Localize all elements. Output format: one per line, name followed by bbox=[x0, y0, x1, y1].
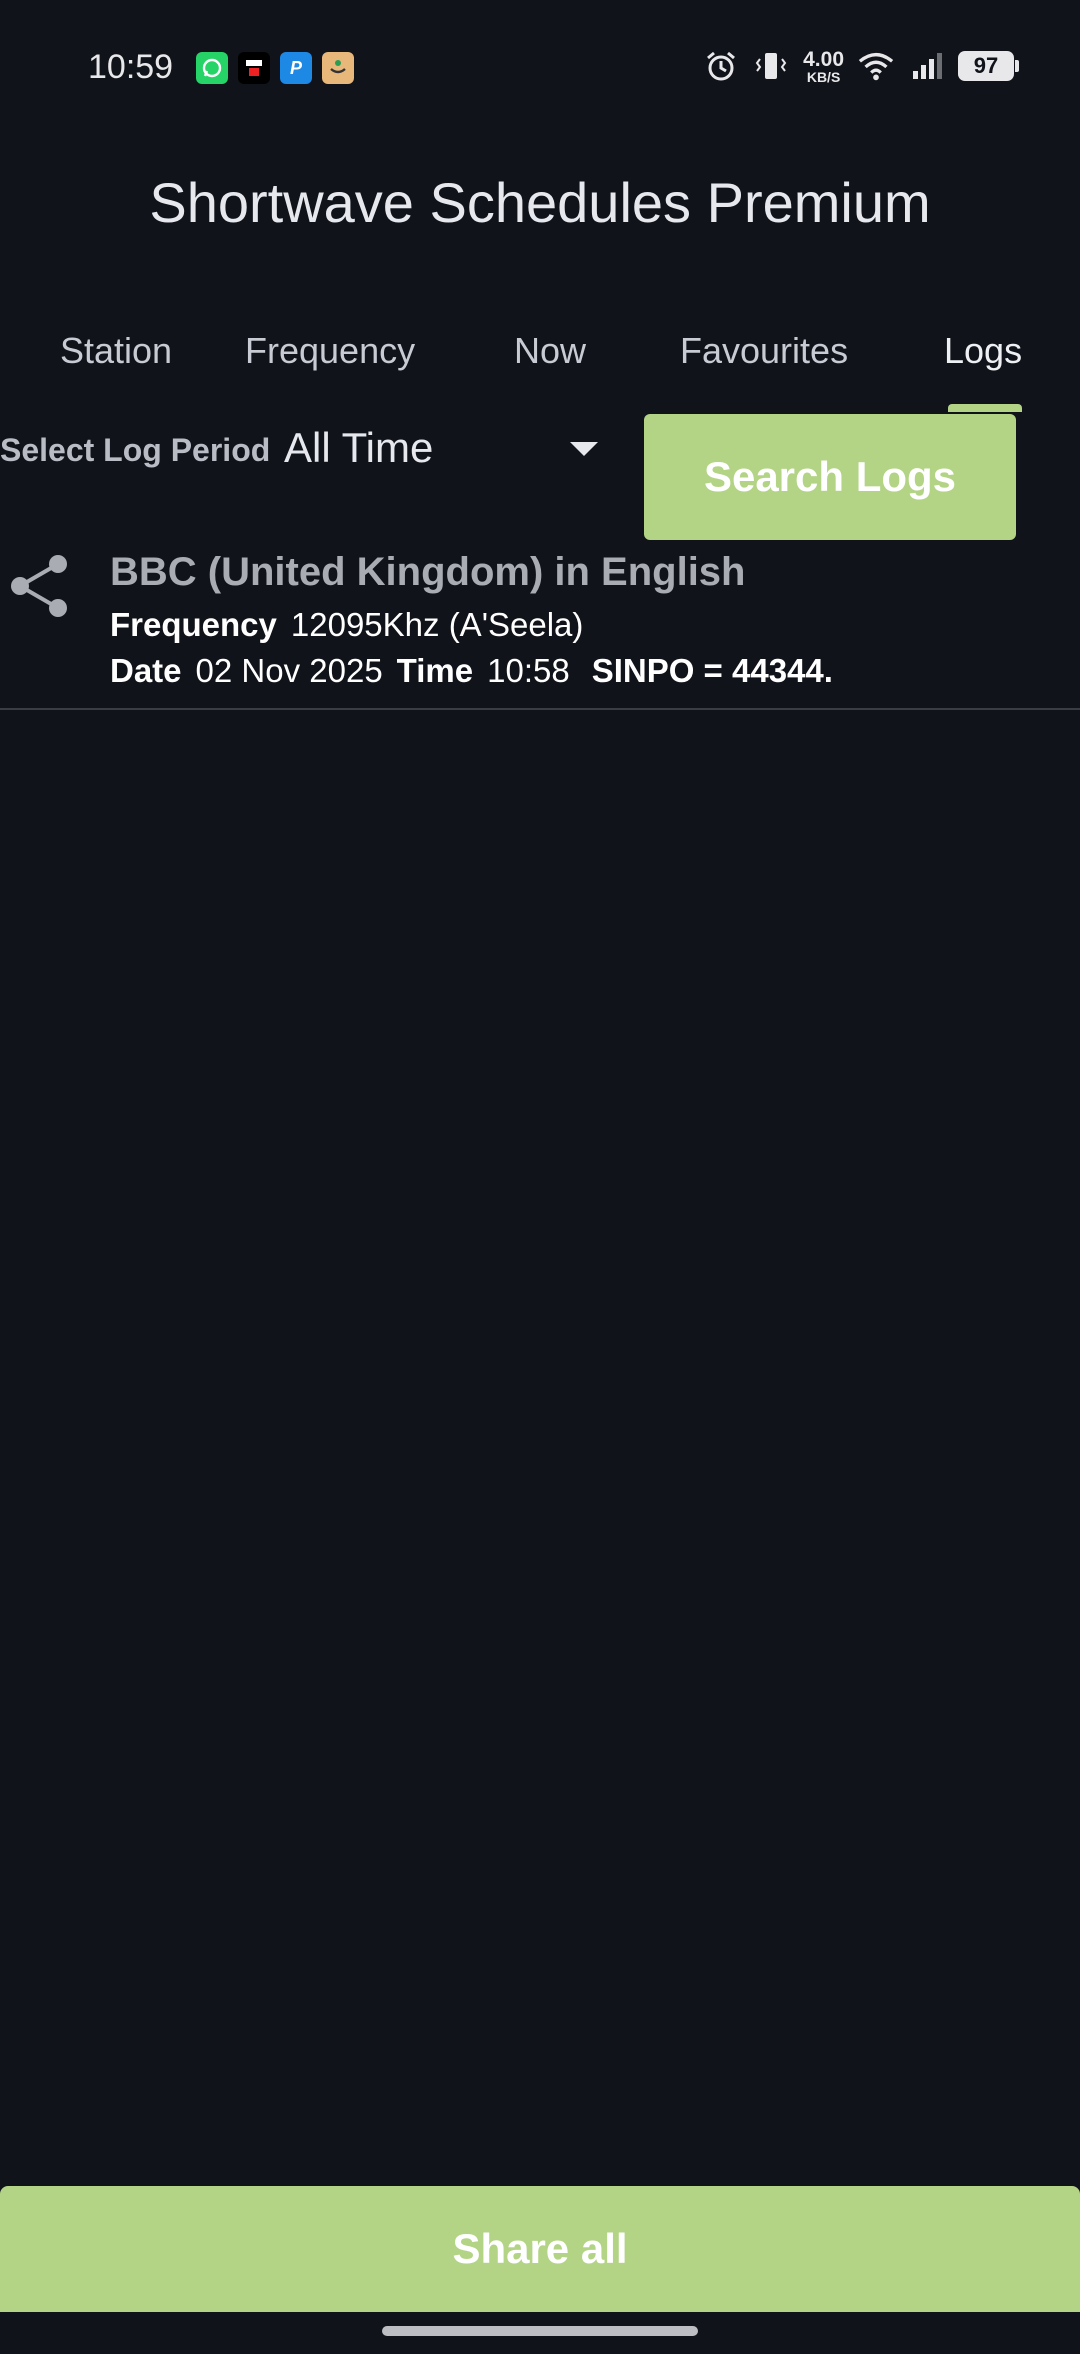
log-period-dropdown[interactable]: All Time bbox=[284, 418, 604, 478]
wifi-icon bbox=[858, 48, 894, 84]
vibrate-icon bbox=[753, 48, 789, 84]
paytm-icon: P bbox=[280, 52, 312, 84]
battery-icon: 97 bbox=[958, 51, 1019, 81]
sinpo-value: SINPO = 44344. bbox=[591, 652, 833, 689]
date-value: 02 Nov 2025 bbox=[195, 652, 383, 689]
log-period-value: All Time bbox=[284, 424, 434, 471]
log-frequency-row: Frequency 12095Khz (A'Seela) bbox=[110, 606, 597, 644]
time-value: 10:58 bbox=[487, 652, 570, 689]
page-title: Shortwave Schedules Premium bbox=[149, 171, 931, 234]
system-icons: 4.00 KB/S 97 bbox=[703, 47, 1019, 85]
tab-bar: Station Frequency Now Favourites Logs bbox=[0, 330, 1080, 410]
tab-station[interactable]: Station bbox=[60, 330, 172, 372]
log-station-name: BBC (United Kingdom) in English bbox=[110, 550, 746, 594]
tab-favourites[interactable]: Favourites bbox=[680, 330, 848, 372]
network-speed: 4.00 KB/S bbox=[803, 47, 844, 85]
frequency-value: 12095Khz (A'Seela) bbox=[290, 606, 584, 643]
date-label: Date bbox=[110, 652, 182, 689]
log-period-label: Select Log Period bbox=[0, 432, 271, 468]
time-label: Time bbox=[396, 652, 474, 689]
status-time: 10:59 bbox=[88, 48, 174, 86]
whatsapp-icon bbox=[196, 52, 228, 84]
status-bar: 10:59 P 4.00 KB/S 97 bbox=[0, 0, 1080, 140]
alarm-icon bbox=[703, 48, 739, 84]
tab-frequency[interactable]: Frequency bbox=[245, 330, 415, 372]
notification-icons: P bbox=[196, 52, 354, 84]
news-app-icon bbox=[238, 52, 270, 84]
log-entry[interactable]: BBC (United Kingdom) in English Frequenc… bbox=[0, 540, 1080, 710]
share-all-button[interactable]: Share all bbox=[0, 2186, 1080, 2312]
shopping-app-icon bbox=[322, 52, 354, 84]
tab-logs[interactable]: Logs bbox=[944, 330, 1022, 372]
gesture-navigation-bar[interactable] bbox=[382, 2326, 698, 2336]
dropdown-arrow-icon bbox=[570, 442, 598, 456]
tab-now[interactable]: Now bbox=[514, 330, 586, 372]
active-tab-indicator bbox=[948, 404, 1022, 412]
share-icon[interactable] bbox=[4, 550, 74, 622]
signal-icon bbox=[908, 48, 944, 84]
search-logs-button[interactable]: Search Logs bbox=[644, 414, 1016, 540]
frequency-label: Frequency bbox=[110, 606, 277, 643]
log-date-row: Date 02 Nov 2025 Time 10:58 SINPO = 44344. bbox=[110, 652, 833, 690]
